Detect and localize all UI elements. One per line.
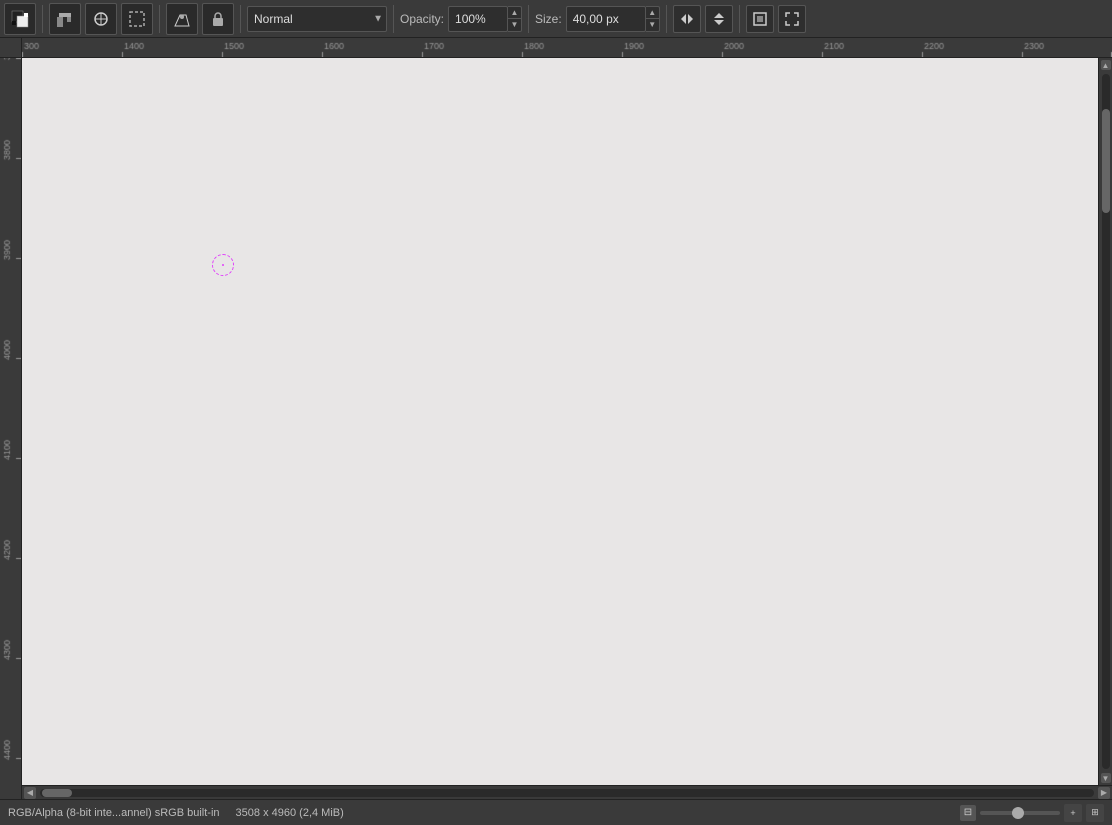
hscroll-thumb[interactable] [42,789,72,797]
brush-center-dot [222,264,224,266]
zoom-fit-button[interactable]: ⊟ [960,805,976,821]
vertical-ruler [0,38,22,799]
size-up-arrow[interactable]: ▲ [646,6,660,19]
tool-icon-2[interactable] [85,3,117,35]
vscroll-thumb[interactable] [1102,109,1110,213]
toolbar-separator-5 [528,5,529,33]
toolbar-separator-4 [393,5,394,33]
opacity-label: Opacity: [400,12,444,26]
zoom-plus-button[interactable]: + [1064,804,1082,822]
erase-icon[interactable] [166,3,198,35]
size-spinbox: 40,00 px ▲ ▼ [566,6,660,32]
dimensions-status: 3508 x 4960 (2,4 MiB) [236,807,344,819]
opacity-up-arrow[interactable]: ▲ [508,6,522,19]
opacity-arrows: ▲ ▼ [508,6,522,32]
foreground-background-icon[interactable] [4,3,36,35]
zoom-slider-thumb[interactable] [1012,807,1024,819]
expand-icon[interactable] [778,5,806,33]
opacity-spinbox: 100% ▲ ▼ [448,6,522,32]
toolbar-separator-6 [666,5,667,33]
canvas[interactable] [22,58,1098,785]
square-icon[interactable] [746,5,774,33]
canvas-scroll: ▲ ▼ [22,58,1112,785]
size-arrows: ▲ ▼ [646,6,660,32]
toolbar-separator-7 [739,5,740,33]
vscroll-up-button[interactable]: ▲ [1101,60,1111,70]
vscroll-track[interactable] [1102,74,1110,769]
vscroll-down-button[interactable]: ▼ [1101,773,1111,783]
hscroll-right-button[interactable]: ▶ [1098,787,1110,799]
lock-icon[interactable] [202,3,234,35]
blend-mode-select[interactable]: Normal Dissolve Multiply Screen [247,6,387,32]
blend-mode-wrapper: Normal Dissolve Multiply Screen ▼ [247,6,387,32]
statusbar: RGB/Alpha (8-bit inte...annel) sRGB buil… [0,799,1112,825]
canvas-with-rulers: ▲ ▼ ◀ ▶ [22,38,1112,799]
color-mode-status: RGB/Alpha (8-bit inte...annel) sRGB buil… [8,807,220,819]
toolbar-separator-3 [240,5,241,33]
opacity-value[interactable]: 100% [448,6,508,32]
size-value[interactable]: 40,00 px [566,6,646,32]
size-down-arrow[interactable]: ▼ [646,18,660,32]
tool-icon-1[interactable] [49,3,81,35]
toolbar-separator-2 [159,5,160,33]
flip-horizontal-icon[interactable] [673,5,701,33]
vertical-scrollbar[interactable]: ▲ ▼ [1098,58,1112,785]
toolbar-separator-1 [42,5,43,33]
toolbar: Normal Dissolve Multiply Screen ▼ Opacit… [0,0,1112,38]
hscroll-left-button[interactable]: ◀ [24,787,36,799]
hscroll-track[interactable] [40,789,1094,797]
opacity-down-arrow[interactable]: ▼ [508,18,522,32]
canvas-area: ▲ ▼ ◀ ▶ [0,38,1112,799]
horizontal-ruler [22,38,1112,58]
flip-vertical-icon[interactable] [705,5,733,33]
horizontal-scrollbar[interactable]: ◀ ▶ [22,785,1112,799]
zoom-window-button[interactable]: ⊞ [1086,804,1104,822]
size-label: Size: [535,12,562,26]
brush-cursor [212,254,234,276]
tool-icon-3[interactable] [121,3,153,35]
zoom-slider[interactable] [980,811,1060,815]
zoom-controls: ⊟ + ⊞ [960,804,1104,822]
